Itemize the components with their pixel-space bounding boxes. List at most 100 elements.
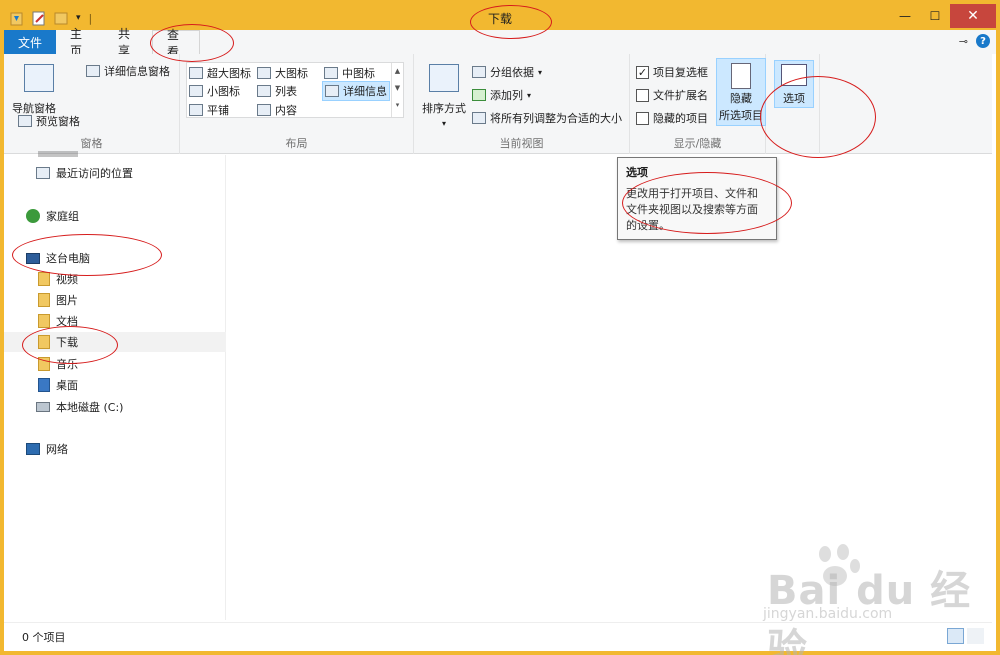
- hide-selected-icon: [731, 63, 751, 89]
- tab-file[interactable]: 文件: [4, 30, 56, 54]
- tab-strip-filler: [200, 30, 996, 54]
- layout-item-label: 列表: [275, 85, 297, 98]
- file-extensions-label: 文件扩展名: [653, 89, 708, 102]
- hidden-items-label: 隐藏的项目: [653, 112, 708, 125]
- chevron-down-icon: ▾: [441, 119, 446, 128]
- sort-by-button[interactable]: 排序方式 ▾: [422, 64, 466, 128]
- nav-item-this-pc[interactable]: 这台电脑: [26, 250, 90, 266]
- file-extensions-toggle[interactable]: 文件扩展名: [636, 87, 708, 103]
- group-label-current-view: 当前视图: [499, 137, 544, 150]
- large-icons-icon: [257, 67, 271, 79]
- tab-view[interactable]: 查看: [152, 28, 200, 59]
- size-columns-button[interactable]: 将所有列调整为合适的大小: [472, 110, 622, 126]
- preview-pane-icon: [18, 115, 32, 127]
- nav-item-music[interactable]: 音乐: [38, 356, 78, 372]
- group-by-button[interactable]: 分组依据 ▾: [472, 64, 542, 80]
- gallery-scroll[interactable]: ▲ ▼ ▾: [391, 63, 403, 117]
- add-columns-icon: [472, 89, 486, 101]
- size-columns-icon: [472, 112, 486, 124]
- tabs-right-controls: ⊸ ?: [959, 34, 990, 48]
- preview-pane-button[interactable]: 预览窗格: [18, 113, 80, 129]
- item-checkboxes-toggle[interactable]: ✓ 项目复选框: [636, 64, 708, 80]
- nav-item-homegroup[interactable]: 家庭组: [26, 208, 79, 224]
- options-button[interactable]: 选项: [774, 60, 814, 108]
- layout-item-label: 平铺: [207, 104, 229, 117]
- details-pane-icon: [86, 65, 100, 77]
- tab-share[interactable]: 共享: [104, 27, 152, 58]
- nav-item-label: 图片: [56, 294, 78, 307]
- add-columns-label: 添加列: [490, 89, 523, 102]
- nav-item-label: 视频: [56, 273, 78, 286]
- group-label-show-hide: 显示/隐藏: [673, 137, 722, 150]
- layout-small-icons[interactable]: 小图标: [189, 83, 240, 99]
- videos-folder-icon: [38, 272, 50, 286]
- minimize-button[interactable]: —: [890, 4, 920, 28]
- downloads-folder-icon: [38, 335, 50, 349]
- details-pane-button[interactable]: 详细信息窗格: [86, 63, 170, 79]
- music-folder-icon: [38, 357, 50, 371]
- nav-item-label: 家庭组: [46, 210, 79, 223]
- chevron-down-icon: ▾: [527, 90, 532, 100]
- size-columns-label: 将所有列调整为合适的大小: [490, 112, 622, 125]
- checkbox-icon[interactable]: [636, 111, 649, 125]
- nav-pane-button[interactable]: 导航窗格: [12, 64, 56, 116]
- maximize-button[interactable]: ☐: [920, 4, 950, 28]
- layout-list[interactable]: 列表: [257, 83, 297, 99]
- nav-item-desktop[interactable]: 桌面: [38, 377, 78, 393]
- layout-gallery: 超大图标 大图标 中图标 小图标 列表 详细信息 平铺 内容 ▲ ▼ ▾: [186, 62, 404, 118]
- layout-content[interactable]: 内容: [257, 102, 297, 118]
- hide-selected-button[interactable]: 隐藏 所选项目: [716, 58, 766, 126]
- nav-item-label: 文档: [56, 315, 78, 328]
- close-button[interactable]: ✕: [950, 4, 996, 28]
- add-columns-button[interactable]: 添加列 ▾: [472, 87, 531, 103]
- layout-medium-icons[interactable]: 中图标: [324, 65, 375, 81]
- layout-extra-large-icons[interactable]: 超大图标: [189, 65, 251, 81]
- nav-item-local-disk[interactable]: 本地磁盘 (C:): [36, 399, 123, 415]
- layout-item-label: 超大图标: [207, 67, 251, 80]
- group-label-layout: 布局: [285, 137, 308, 150]
- layout-large-icons[interactable]: 大图标: [257, 65, 308, 81]
- layout-details[interactable]: 详细信息: [322, 81, 390, 101]
- nav-item-videos[interactable]: 视频: [38, 271, 78, 287]
- small-icons-icon: [189, 85, 203, 97]
- details-pane-label: 详细信息窗格: [104, 65, 170, 78]
- item-checkboxes-label: 项目复选框: [653, 66, 708, 79]
- baidu-watermark: Bai du 经验 jingyan.baidu.com: [745, 540, 995, 655]
- title-bar: ▾ | 下载 — ☐ ✕: [4, 4, 996, 30]
- hide-selected-label-2: 所选项目: [719, 109, 763, 122]
- options-icon: [781, 64, 807, 86]
- pin-ribbon-icon[interactable]: ⊸: [959, 35, 968, 48]
- nav-item-pictures[interactable]: 图片: [38, 292, 78, 308]
- desktop-folder-icon: [38, 378, 50, 392]
- documents-folder-icon: [38, 314, 50, 328]
- network-icon: [26, 443, 40, 455]
- nav-item-recent[interactable]: 最近访问的位置: [36, 165, 133, 181]
- checkbox-icon[interactable]: [636, 88, 649, 102]
- nav-partial-item: [38, 151, 78, 157]
- group-by-icon: [472, 66, 486, 78]
- details-icon: [325, 85, 339, 97]
- tooltip-body: 更改用于打开项目、文件和文件夹视图以及搜索等方面的设置。: [626, 187, 758, 232]
- options-tooltip: 选项 更改用于打开项目、文件和文件夹视图以及搜索等方面的设置。: [617, 157, 777, 240]
- nav-item-label: 下载: [56, 336, 78, 349]
- medium-icons-icon: [324, 67, 338, 79]
- tiles-icon: [189, 104, 203, 116]
- content-icon: [257, 104, 271, 116]
- nav-item-label: 网络: [46, 443, 68, 456]
- homegroup-icon: [26, 209, 40, 223]
- tab-home[interactable]: 主页: [56, 27, 104, 58]
- ribbon: 导航窗格 预览窗格 详细信息窗格 窗格 布局 超大图标 大图标 中图标 小图标 …: [4, 54, 992, 154]
- sort-by-icon: [429, 64, 459, 92]
- checkbox-checked-icon[interactable]: ✓: [636, 65, 649, 79]
- help-icon[interactable]: ?: [976, 34, 990, 48]
- nav-item-documents[interactable]: 文档: [38, 313, 78, 329]
- hidden-items-toggle[interactable]: 隐藏的项目: [636, 110, 708, 126]
- group-label-panes: 窗格: [80, 137, 103, 150]
- window-controls: — ☐ ✕: [890, 4, 996, 28]
- nav-item-network[interactable]: 网络: [26, 441, 68, 457]
- hide-selected-label-1: 隐藏: [730, 92, 752, 105]
- layout-tiles[interactable]: 平铺: [189, 102, 229, 118]
- nav-item-label: 最近访问的位置: [56, 167, 133, 180]
- nav-item-downloads[interactable]: 下载: [4, 332, 226, 352]
- layout-item-label: 内容: [275, 104, 297, 117]
